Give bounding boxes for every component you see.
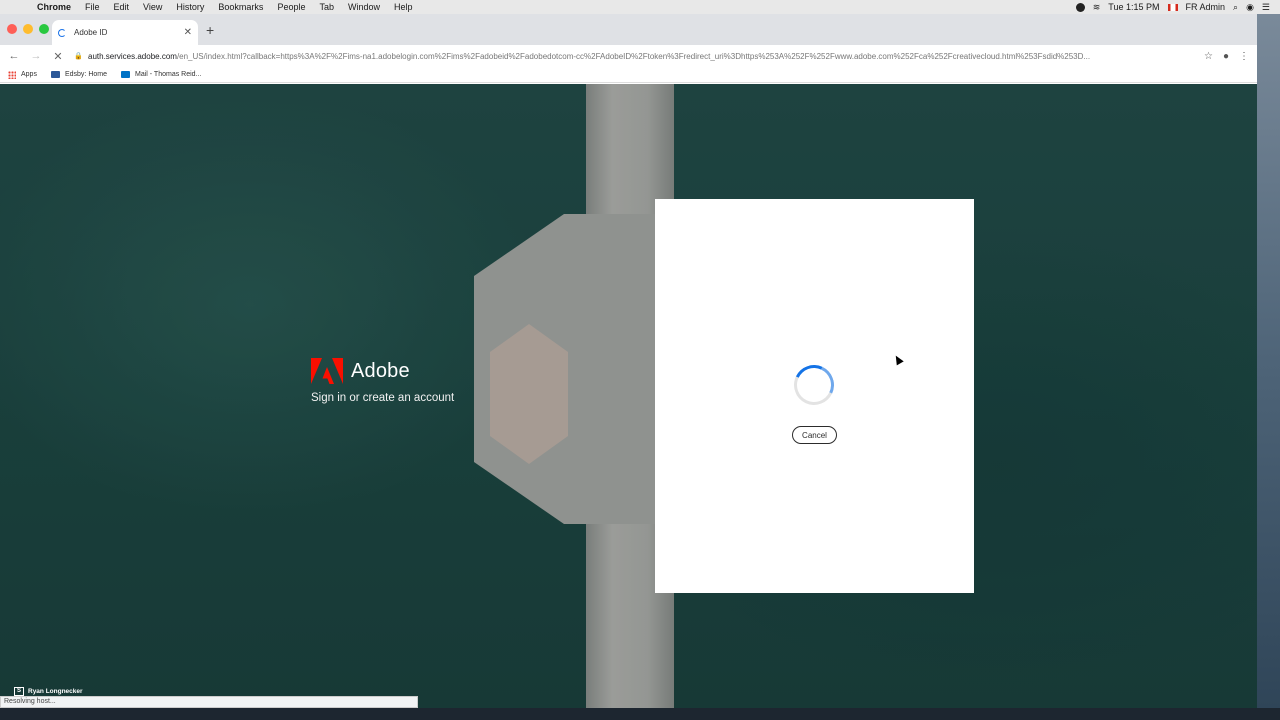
- notification-center-icon[interactable]: ☰: [1262, 2, 1270, 13]
- presenter-badge-icon: S: [14, 687, 24, 696]
- apps-grid-icon: [8, 70, 16, 79]
- menu-bookmarks[interactable]: Bookmarks: [211, 2, 270, 12]
- tab-title: Adobe ID: [74, 28, 108, 37]
- browser-toolbar: ← → ✕ 🔒 auth.services.adobe.com /en_US/i…: [0, 45, 1257, 67]
- background-dim-overlay: [0, 84, 1257, 708]
- menu-window[interactable]: Window: [341, 2, 387, 12]
- macos-menu-bar: Chrome File Edit View History Bookmarks …: [0, 0, 1280, 14]
- menu-people[interactable]: People: [270, 2, 312, 12]
- bookmark-mail[interactable]: Mail - Thomas Reid...: [121, 71, 201, 78]
- bookmark-label: Edsby: Home: [64, 71, 107, 78]
- bookmark-star-icon[interactable]: ☆: [1204, 51, 1213, 62]
- menubar-status-area: ≋ Tue 1:15 PM FR Admin ⌕ ◉ ☰: [1075, 2, 1280, 13]
- siri-icon[interactable]: ◉: [1246, 2, 1254, 13]
- adobe-signin-page: Adobe Sign in or create an account Cance…: [0, 84, 1257, 708]
- menu-tab[interactable]: Tab: [312, 2, 341, 12]
- bookmark-edsby-home[interactable]: Edsby: Home: [50, 71, 107, 78]
- menu-view[interactable]: View: [136, 2, 169, 12]
- menubar-clock[interactable]: Tue 1:15 PM: [1108, 2, 1159, 12]
- tab-loading-icon: [58, 28, 66, 37]
- bookmarks-bar: Apps Edsby: Home Mail - Thomas Reid...: [0, 67, 1257, 83]
- url-path: /en_US/index.html?callback=https%3A%2F%2…: [176, 51, 1091, 61]
- wifi-icon[interactable]: ≋: [1093, 2, 1101, 13]
- spotlight-search-icon[interactable]: ⌕: [1233, 2, 1238, 13]
- tab-strip: Adobe ID ✕ +: [0, 14, 1257, 45]
- outlook-mail-icon: [121, 71, 130, 78]
- close-window-button[interactable]: [7, 24, 17, 34]
- tab-close-icon[interactable]: ✕: [184, 27, 192, 38]
- profile-avatar-icon[interactable]: ●: [1223, 51, 1229, 62]
- menu-edit[interactable]: Edit: [107, 2, 137, 12]
- lock-icon[interactable]: 🔒: [74, 52, 83, 60]
- presenter-name: Ryan Longnecker: [28, 688, 83, 695]
- bookmark-label: Apps: [21, 71, 37, 78]
- forward-arrow-icon[interactable]: →: [30, 50, 42, 62]
- tab-adobe-id[interactable]: Adobe ID ✕: [52, 20, 198, 45]
- minimize-window-button[interactable]: [23, 24, 33, 34]
- back-arrow-icon[interactable]: ←: [8, 50, 20, 62]
- chrome-window: Adobe ID ✕ + ← → ✕ 🔒 auth.services.adobe…: [0, 14, 1257, 708]
- cancel-button[interactable]: Cancel: [792, 426, 837, 444]
- maximize-window-button[interactable]: [39, 24, 49, 34]
- record-status-icon[interactable]: [1075, 2, 1085, 12]
- url-host: auth.services.adobe.com: [88, 51, 177, 61]
- presenter-watermark: S Ryan Longnecker: [14, 687, 83, 696]
- desktop-background-strip: [1257, 14, 1280, 708]
- signin-dialog: Cancel: [655, 199, 974, 593]
- stop-loading-icon[interactable]: ✕: [52, 50, 64, 63]
- menubar-user[interactable]: FR Admin: [1186, 2, 1226, 12]
- adobe-brand-block: Adobe Sign in or create an account: [311, 358, 454, 404]
- bookmark-apps[interactable]: Apps: [8, 70, 37, 79]
- menu-app-name[interactable]: Chrome: [30, 2, 78, 12]
- bookmark-label: Mail - Thomas Reid...: [135, 71, 202, 78]
- window-controls: [7, 24, 49, 34]
- input-source-flag-icon[interactable]: [1167, 3, 1178, 11]
- browser-status-bubble: Resolving host...: [0, 696, 418, 708]
- menu-help[interactable]: Help: [387, 2, 420, 12]
- chrome-menu-icon[interactable]: ⋮: [1239, 51, 1249, 62]
- menu-history[interactable]: History: [169, 2, 211, 12]
- adobe-logo-icon: [311, 358, 343, 384]
- brand-name: Adobe: [351, 359, 410, 382]
- new-tab-icon[interactable]: +: [206, 22, 214, 38]
- edsby-icon: [50, 71, 60, 78]
- brand-tagline: Sign in or create an account: [311, 392, 455, 404]
- desktop-bottom-edge: [0, 708, 1280, 720]
- address-bar[interactable]: 🔒 auth.services.adobe.com /en_US/index.h…: [74, 52, 1194, 61]
- menu-file[interactable]: File: [78, 2, 107, 12]
- loading-spinner-icon: [788, 359, 840, 411]
